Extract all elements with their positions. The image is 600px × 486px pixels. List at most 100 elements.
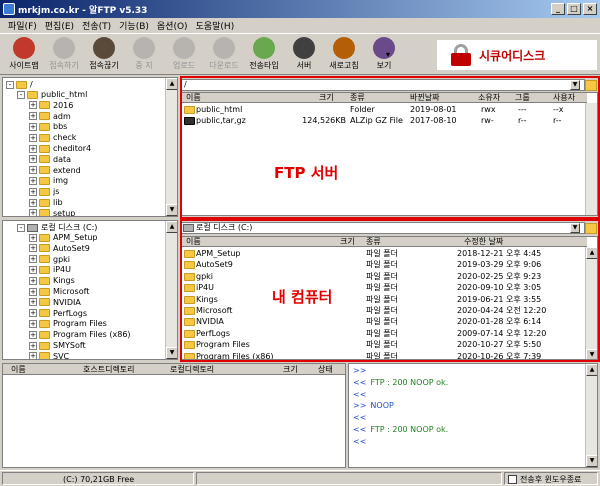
scroll-down-icon[interactable]: ▼ [166,204,177,216]
folder-icon [39,122,50,131]
secure-disk-banner[interactable]: 시큐어디스크 [437,40,597,70]
folder-icon [16,80,27,89]
menu-options[interactable]: 옵션(O) [153,19,192,32]
tree-item-svc[interactable]: + SVC [29,352,69,359]
folder-icon [39,352,50,359]
upload-button[interactable]: 업로드 [164,36,204,74]
scroll-up-icon[interactable]: ▲ [166,78,177,90]
tree-item-program-files-x86-[interactable]: + Program Files (x86) [29,330,131,340]
close-after-checkbox[interactable] [508,475,517,484]
tree-item-smysoft[interactable]: + SMYSoft [29,341,86,351]
tree-item-ip4u[interactable]: + iP4U [29,265,71,275]
col-name[interactable]: 이름 [11,364,26,375]
local-tree-scrollbar[interactable]: ▲ ▼ [165,221,177,359]
folder-icon [39,276,50,285]
connect-icon [53,37,75,59]
tree-item-2016[interactable]: +2016 [29,101,73,111]
refresh-button[interactable]: 새로고침 [324,36,364,74]
col-host-dir[interactable]: 호스트디렉토리 [83,364,135,375]
transfer-queue[interactable]: 이름 호스트디렉토리 로컬디렉토리 크기 상태 [2,363,346,468]
tree-item-adm[interactable]: + adm [29,112,71,122]
log-scrollbar[interactable]: ▲ ▼ [585,364,597,467]
tree-item-extend[interactable]: + extend [29,166,81,176]
folder-icon [39,144,50,153]
stop-button[interactable]: 중 지 [124,36,164,74]
toolbar-dropdown-icon[interactable]: ▾ [386,50,390,59]
ftp-server-highlight [180,76,600,219]
menu-transfer[interactable]: 전송(T) [78,19,115,32]
log-panel[interactable]: >> << FTP : 200 NOOP ok. << >> NOOP << << FTP : … [348,363,598,468]
folder-icon [39,309,50,318]
menu-function[interactable]: 기능(B) [115,19,153,32]
refresh-icon [333,37,355,59]
scroll-up-icon[interactable]: ▲ [166,221,177,233]
scroll-down-icon[interactable]: ▼ [586,455,597,467]
log-line: << [353,413,367,423]
window-title: mrkjm.co.kr - 알FTP v5.33 [18,5,148,16]
remote-tree-panel[interactable]: - / - public_html +2016 + adm + bbs + check + chedi… [2,77,178,217]
scroll-up-icon[interactable]: ▲ [586,364,597,376]
maximize-button[interactable]: □ [567,3,581,15]
tree-item-public-html[interactable]: - public_html [17,90,87,100]
drive-icon [27,223,38,232]
log-line: << FTP : 200 NOOP ok. [353,377,449,387]
tree-item-lib[interactable]: + lib [29,198,63,208]
col-size[interactable]: 크기 [283,364,298,375]
folder-icon [39,233,50,242]
disconnect-icon [93,37,115,59]
disconnect-button[interactable]: 접속끊기 [84,36,124,74]
server-icon [293,37,315,59]
connect-button[interactable]: 접속하기 [44,36,84,74]
tree-root[interactable]: - / [6,80,33,90]
menu-file[interactable]: 파일(F) [4,19,41,32]
folder-icon [39,112,50,121]
app-icon [3,3,15,15]
tree-item-img[interactable]: + img [29,176,68,186]
col-status[interactable]: 상태 [318,364,333,375]
secure-disk-label: 시큐어디스크 [479,48,546,63]
folder-icon [39,133,50,142]
folder-icon [39,101,50,110]
local-tree-panel[interactable]: - 로컬 디스크 (C:) + APM_Setup + AutoSet9 + gpki + iP… [2,220,178,360]
transfer-type-button[interactable]: 전송타입 [244,36,284,74]
sitemap-button[interactable]: 사이트맵 [4,36,44,74]
menu-edit[interactable]: 편집(E) [41,19,78,32]
tree-item-perflogs[interactable]: + PerfLogs [29,309,87,319]
tree-item-data[interactable]: + data [29,155,71,165]
tree-item-program-files[interactable]: + Program Files [29,319,107,329]
menu-bar: 파일(F) 편집(E) 전송(T) 기능(B) 옵션(O) 도움말(H) [0,18,600,33]
tree-item-check[interactable]: + check [29,133,76,143]
folder-icon [39,287,50,296]
tree-item-nvidia[interactable]: + NVIDIA [29,298,81,308]
tree-item-apm-setup[interactable]: + APM_Setup [29,233,97,243]
my-computer-label: 내 컴퓨터 [272,288,333,306]
upload-icon [173,37,195,59]
download-button[interactable]: 다운로드 [204,36,244,74]
close-button[interactable]: × [583,3,597,15]
status-cell-empty [196,472,502,485]
folder-icon [39,341,50,350]
minimize-button[interactable]: _ [551,3,565,15]
remote-tree-scrollbar[interactable]: ▲ ▼ [165,78,177,216]
tree-item-cheditor4[interactable]: + cheditor4 [29,144,91,154]
scroll-down-icon[interactable]: ▼ [166,347,177,359]
menu-help[interactable]: 도움말(H) [192,19,239,32]
folder-icon [39,265,50,274]
server-button[interactable]: 서버 [284,36,324,74]
my-computer-highlight [180,219,600,362]
transfer-type-icon [253,37,275,59]
tree-item-setup[interactable]: + setup [29,209,75,216]
tree-item-gpki[interactable]: + gpki [29,255,70,265]
tree-drive[interactable]: - 로컬 디스크 (C:) [17,223,97,233]
tree-item-autoset9[interactable]: + AutoSet9 [29,244,90,254]
col-local-dir[interactable]: 로컬디렉토리 [170,364,214,375]
log-line: << [353,389,367,399]
tree-item-microsoft[interactable]: + Microsoft [29,287,89,297]
tree-item-kings[interactable]: + Kings [29,276,75,286]
tree-item-bbs[interactable]: + bbs [29,122,67,132]
tree-item-js[interactable]: + js [29,187,59,197]
close-after-transfer[interactable]: 전송후 윈도우종료 [504,472,598,485]
view-button[interactable]: 보기 [364,36,404,74]
folder-icon [39,155,50,164]
title-bar: mrkjm.co.kr - 알FTP v5.33 _ □ × [0,0,600,18]
